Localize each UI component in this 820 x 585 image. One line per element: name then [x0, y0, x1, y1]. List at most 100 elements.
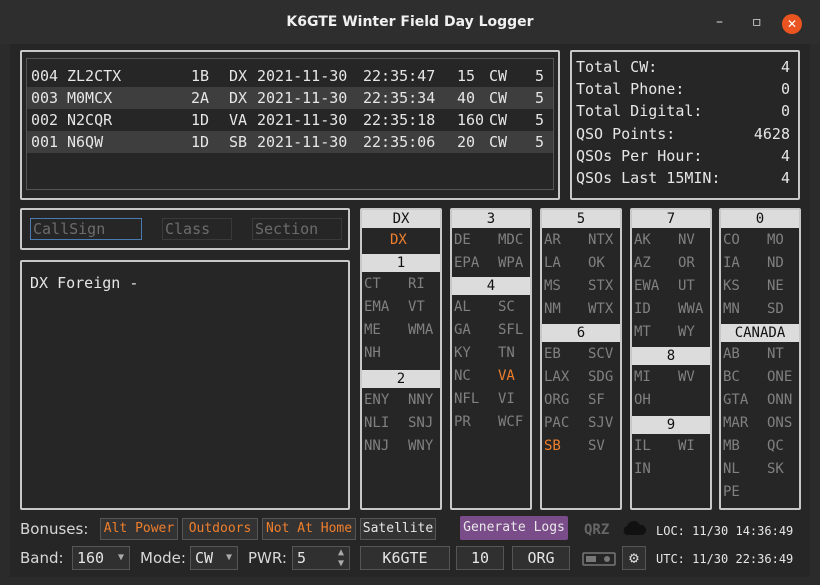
outdoors-button[interactable]: Outdoors [182, 518, 258, 540]
section-sdg[interactable]: SDG [588, 369, 613, 385]
section-one[interactable]: ONE [767, 369, 792, 385]
table-row[interactable]: 001 N6QW 1D SB 2021-11-30 22:35:06 20 CW 5 [27, 131, 553, 153]
table-row[interactable]: 004 ZL2CTX 1B DX 2021-11-30 22:35:47 15 CW 5 [27, 65, 553, 87]
section-nny[interactable]: NNY [408, 392, 433, 408]
section-pr[interactable]: PR [454, 414, 471, 430]
section-sfl[interactable]: SFL [498, 322, 523, 338]
section-il[interactable]: IL [634, 438, 651, 454]
table-row[interactable]: 003 M0MCX 2A DX 2021-11-30 22:35:34 40 CW 5 [27, 87, 553, 109]
my-callsign[interactable]: K6GTE [360, 546, 450, 570]
section-input[interactable]: Section [252, 218, 342, 240]
section-me[interactable]: ME [364, 322, 381, 338]
section-nm[interactable]: NM [544, 301, 561, 317]
section-wpa[interactable]: WPA [498, 255, 523, 271]
section-ri[interactable]: RI [408, 276, 425, 292]
section-vt[interactable]: VT [408, 299, 425, 315]
section-qc[interactable]: QC [767, 438, 784, 454]
section-nli[interactable]: NLI [364, 415, 389, 431]
section-ar[interactable]: AR [544, 232, 561, 248]
section-va[interactable]: VA [498, 368, 515, 384]
section-nc[interactable]: NC [454, 368, 471, 384]
section-wwa[interactable]: WWA [678, 301, 703, 317]
section-az[interactable]: AZ [634, 255, 651, 271]
section-pac[interactable]: PAC [544, 415, 569, 431]
table-row[interactable]: 002 N2CQR 1D VA 2021-11-30 22:35:18 160 CW 5 [27, 109, 553, 131]
section-ky[interactable]: KY [454, 345, 471, 361]
section-al[interactable]: AL [454, 299, 471, 315]
section-sk[interactable]: SK [767, 461, 784, 477]
power-spinbox[interactable]: 5 ▲ ▼ [292, 546, 350, 570]
section-wny[interactable]: WNY [408, 438, 433, 454]
section-wma[interactable]: WMA [408, 322, 433, 338]
section-sd[interactable]: SD [767, 301, 784, 317]
section-mi[interactable]: MI [634, 369, 651, 385]
section-ct[interactable]: CT [364, 276, 381, 292]
section-sv[interactable]: SV [588, 438, 605, 454]
section-gta[interactable]: GTA [723, 392, 748, 408]
section-wtx[interactable]: WTX [588, 301, 613, 317]
section-eb[interactable]: EB [544, 346, 561, 362]
section-nl[interactable]: NL [723, 461, 740, 477]
section-tn[interactable]: TN [498, 345, 515, 361]
section-nfl[interactable]: NFL [454, 391, 479, 407]
section-wi[interactable]: WI [678, 438, 695, 454]
section-pe[interactable]: PE [723, 484, 740, 500]
section-eny[interactable]: ENY [364, 392, 389, 408]
section-ia[interactable]: IA [723, 255, 740, 271]
section-de[interactable]: DE [454, 232, 471, 248]
section-wcf[interactable]: WCF [498, 414, 523, 430]
section-stx[interactable]: STX [588, 278, 613, 294]
section-vi[interactable]: VI [498, 391, 515, 407]
section-nv[interactable]: NV [678, 232, 695, 248]
section-ons[interactable]: ONS [767, 415, 792, 431]
settings-button[interactable]: ⚙ [622, 546, 646, 570]
minimize-button[interactable]: – [716, 14, 723, 30]
section-or[interactable]: OR [678, 255, 695, 271]
section-nt[interactable]: NT [767, 346, 784, 362]
section-ok[interactable]: OK [588, 255, 605, 271]
section-bc[interactable]: BC [723, 369, 740, 385]
section-mb[interactable]: MB [723, 438, 740, 454]
section-nh[interactable]: NH [364, 345, 381, 361]
section-wv[interactable]: WV [678, 369, 695, 385]
mode-select[interactable]: CW ▼ [190, 546, 238, 570]
section-ut[interactable]: UT [678, 278, 695, 294]
section-mo[interactable]: MO [767, 232, 784, 248]
section-sf[interactable]: SF [588, 392, 605, 408]
my-class[interactable]: 10 [456, 546, 504, 570]
section-nd[interactable]: ND [767, 255, 784, 271]
section-mar[interactable]: MAR [723, 415, 748, 431]
generate-logs-button[interactable]: Generate Logs [460, 516, 568, 540]
section-sc[interactable]: SC [498, 299, 515, 315]
callsign-input[interactable]: CallSign [30, 218, 142, 240]
section-dx[interactable]: DX [390, 232, 407, 248]
section-epa[interactable]: EPA [454, 255, 479, 271]
section-ak[interactable]: AK [634, 232, 651, 248]
section-wy[interactable]: WY [678, 324, 695, 340]
section-org[interactable]: ORG [544, 392, 569, 408]
section-ntx[interactable]: NTX [588, 232, 613, 248]
section-ab[interactable]: AB [723, 346, 740, 362]
section-oh[interactable]: OH [634, 392, 651, 408]
section-ewa[interactable]: EWA [634, 278, 659, 294]
section-id[interactable]: ID [634, 301, 651, 317]
section-co[interactable]: CO [723, 232, 740, 248]
section-snj[interactable]: SNJ [408, 415, 433, 431]
section-lax[interactable]: LAX [544, 369, 569, 385]
section-in[interactable]: IN [634, 461, 651, 477]
section-onn[interactable]: ONN [767, 392, 792, 408]
section-mt[interactable]: MT [634, 324, 651, 340]
section-la[interactable]: LA [544, 255, 561, 271]
section-scv[interactable]: SCV [588, 346, 613, 362]
section-sjv[interactable]: SJV [588, 415, 613, 431]
section-nnj[interactable]: NNJ [364, 438, 389, 454]
section-sb[interactable]: SB [544, 438, 561, 454]
alt-power-button[interactable]: Alt Power [100, 518, 178, 540]
section-ema[interactable]: EMA [364, 299, 389, 315]
class-input[interactable]: Class [162, 218, 232, 240]
section-mdc[interactable]: MDC [498, 232, 523, 248]
not-at-home-button[interactable]: Not At Home [262, 518, 356, 540]
band-select[interactable]: 160 ▼ [72, 546, 130, 570]
contact-log-list[interactable]: 004 ZL2CTX 1B DX 2021-11-30 22:35:47 15 CW 5 003 M… [26, 58, 554, 190]
section-ks[interactable]: KS [723, 278, 740, 294]
